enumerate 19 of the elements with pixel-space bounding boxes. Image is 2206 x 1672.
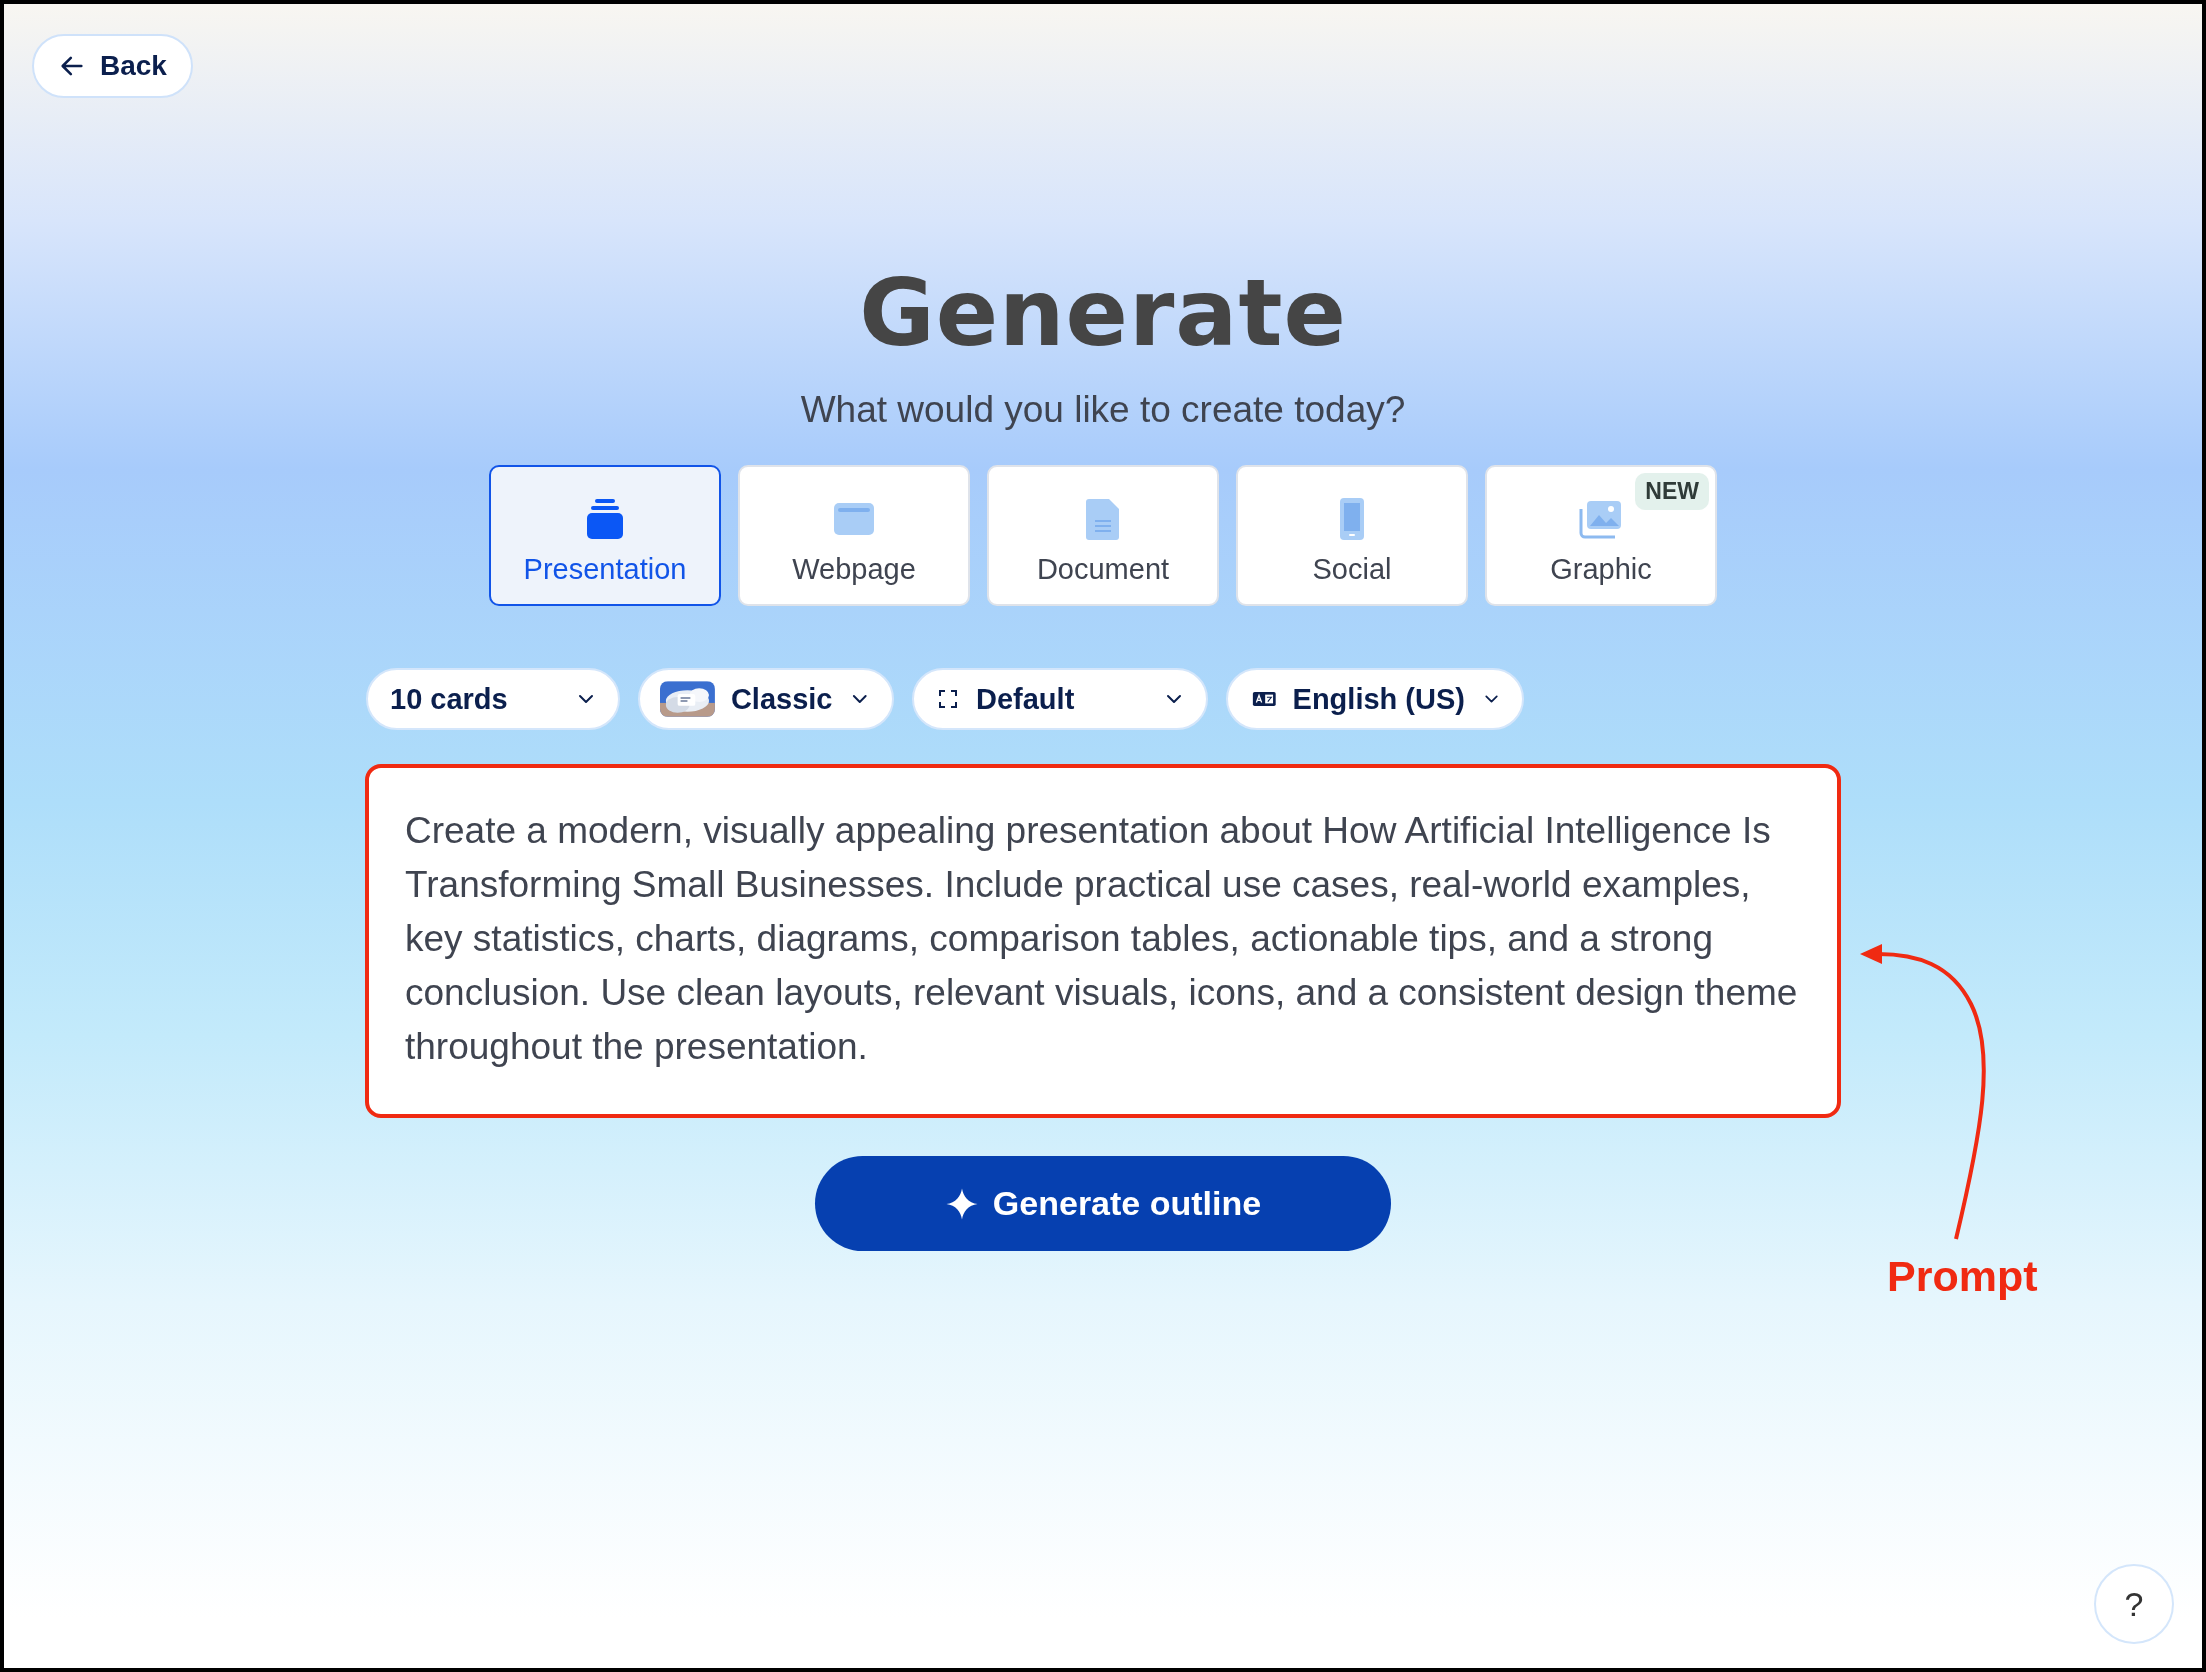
type-tab[interactable]: Presentation (489, 465, 721, 606)
type-tab[interactable]: Webpage (738, 465, 970, 606)
new-badge: NEW (1635, 473, 1709, 510)
option-dropdown[interactable]: English (US) (1226, 668, 1524, 730)
prompt-field[interactable]: Create a modern, visually appealing presentation about How Artificial Intelligence Is Transforming Small Businesses. Include practical use cases, real-world examples, key statistics, charts, diagrams, comparison tables, actionable tips, and a strong conclusion. Use clean layouts, relevant visuals, icons, and a consistent design theme throughout the presentation. (365, 764, 1841, 1118)
help-button[interactable]: ? (2094, 1564, 2174, 1644)
type-tab[interactable]: NEW Graphic (1485, 465, 1717, 606)
page-subtitle: What would you like to create today? (800, 389, 1406, 431)
generate-outline-button[interactable]: Generate outline (815, 1156, 1391, 1251)
language-icon (1252, 689, 1277, 709)
option-dropdown[interactable]: Classic (638, 668, 894, 730)
frame-icon (936, 687, 960, 711)
type-tab[interactable]: Document (987, 465, 1219, 606)
annotation-label: Prompt (1887, 1252, 2038, 1301)
type-tab[interactable]: Social (1236, 465, 1468, 606)
option-dropdown[interactable]: 10 cards (366, 668, 620, 730)
back-button[interactable]: Back (32, 34, 193, 98)
page-title: Generate (859, 260, 1347, 367)
option-dropdown[interactable]: Default (912, 668, 1208, 730)
